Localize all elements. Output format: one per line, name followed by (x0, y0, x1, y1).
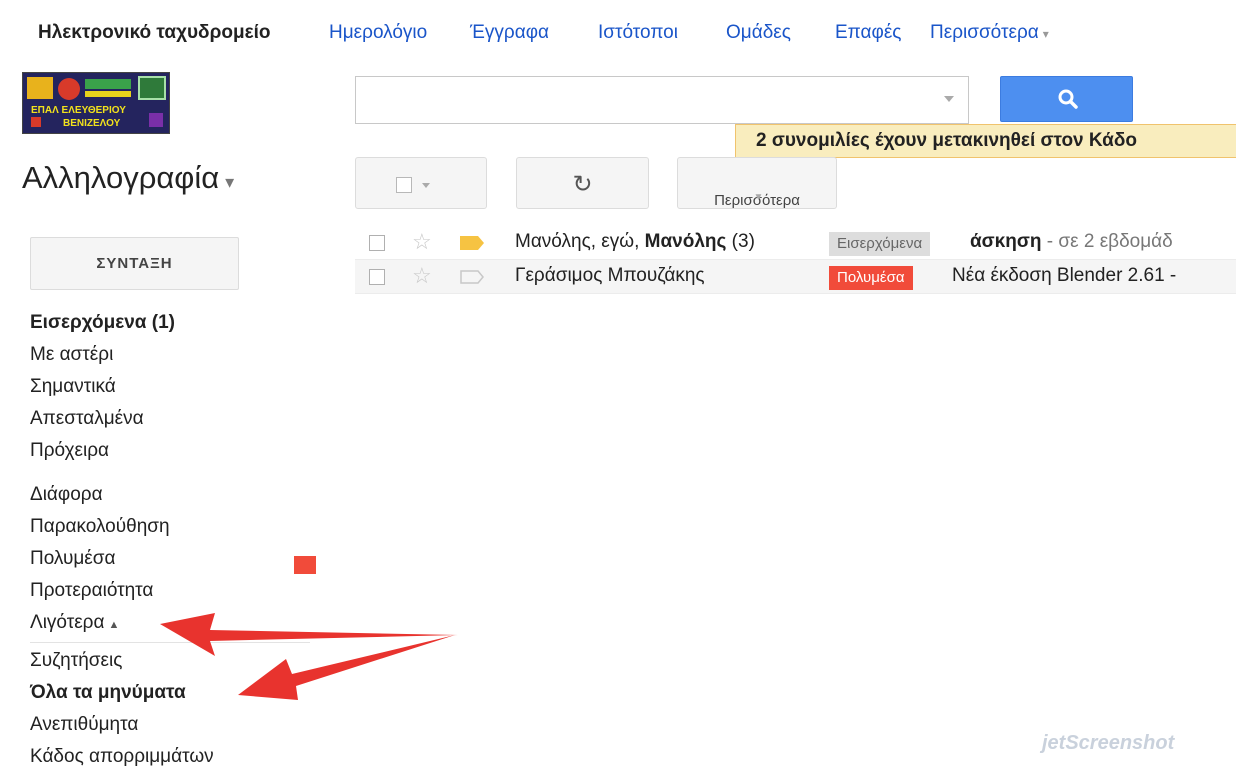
nav-contacts[interactable]: Επαφές (835, 22, 901, 44)
sidebar-item-misc[interactable]: Διάφορα (30, 484, 103, 506)
checkbox-icon (396, 177, 412, 193)
sender-names: Μανόλης, εγώ, (515, 231, 645, 252)
sidebar-less-label: Λιγότερα (30, 612, 105, 633)
table-row[interactable]: ☆ Μανόλης, εγώ, Μανόλης (3) Εισερχόμενα … (355, 226, 1236, 260)
arrow-annotation (160, 613, 458, 656)
watermark: jetScreenshot (1042, 732, 1175, 754)
sidebar-item-less[interactable]: Λιγότερα ▲ (30, 612, 119, 634)
chevron-down-icon (422, 183, 430, 188)
chevron-down-icon: ▼ (753, 192, 764, 203)
subject-text: άσκηση (970, 231, 1042, 252)
sidebar-item-spam[interactable]: Ανεπιθύμητα (30, 714, 138, 736)
nav-groups[interactable]: Ομάδες (726, 22, 791, 44)
sidebar-item-sent[interactable]: Απεσταλμένα (30, 408, 144, 430)
table-row[interactable]: ☆ Γεράσιμος Μπουζάκης Πολυμέσα Νέα έκδοσ… (355, 260, 1236, 294)
message-snippet: - σε 2 εβδομάδ (1041, 231, 1173, 252)
sidebar-divider (30, 642, 310, 643)
star-icon[interactable]: ☆ (412, 263, 432, 289)
star-icon[interactable]: ☆ (412, 229, 432, 255)
select-all-button[interactable] (355, 157, 487, 209)
chevron-up-icon: ▲ (108, 619, 120, 631)
nav-calendar[interactable]: Ημερολόγιο (329, 22, 427, 44)
nav-mail[interactable]: Ηλεκτρονικό ταχυδρομείο (38, 22, 270, 44)
sidebar-item-important[interactable]: Σημαντικά (30, 376, 116, 398)
sidebar-item-inbox[interactable]: Εισερχόμενα (1) (30, 312, 175, 334)
arrow-annotation (238, 635, 455, 700)
school-logo[interactable]: ΕΠΑΛ ΕΛΕΥΘΕΡΙΟΥ ΒΕΝΙΖΕΛΟΥ (22, 72, 170, 134)
nav-more-label: Περισσότερα (930, 22, 1039, 43)
search-icon (1058, 89, 1078, 109)
top-navigation: Ηλεκτρονικό ταχυδρομείο Ημερολόγιο Έγγρα… (0, 0, 1236, 62)
search-options-chevron-icon[interactable] (944, 96, 954, 102)
sender-unread-name: Μανόλης (644, 231, 727, 252)
message-sender: Γεράσιμος Μπουζάκης (515, 265, 705, 286)
more-actions-button[interactable]: Περισσότερα ▼ (677, 157, 837, 209)
sidebar-item-followup[interactable]: Παρακολούθηση (30, 516, 170, 538)
label-color-swatch[interactable] (294, 556, 316, 574)
notification-banner: 2 συνομιλίες έχουν μετακινηθεί στον Κάδο (735, 124, 1236, 158)
search-input[interactable] (355, 76, 969, 124)
message-label[interactable]: Εισερχόμενα (829, 232, 931, 256)
sidebar-item-starred[interactable]: Με αστέρι (30, 344, 113, 366)
logo-image: ΕΠΑΛ ΕΛΕΥΘΕΡΙΟΥ ΒΕΝΙΖΕΛΟΥ (23, 73, 169, 133)
sidebar-item-trash[interactable]: Κάδος απορριμμάτων (30, 746, 214, 768)
message-subject: Νέα έκδοση Blender 2.61 - (952, 265, 1177, 286)
thread-count: (3) (726, 231, 755, 252)
sidebar-item-chats[interactable]: Συζητήσεις (30, 650, 122, 672)
svg-text:ΒΕΝΙΖΕΛΟΥ: ΒΕΝΙΖΕΛΟΥ (63, 118, 121, 129)
chevron-down-icon: ▾ (225, 172, 235, 192)
nav-sites[interactable]: Ιστότοποι (598, 22, 678, 44)
sidebar-item-all-mail[interactable]: Όλα τα μηνύματα (30, 682, 186, 704)
sidebar-item-priority[interactable]: Προτεραιότητα (30, 580, 153, 602)
chevron-down-icon: ▾ (1042, 27, 1049, 41)
logo-text: ΕΠΑΛ ΕΛΕΥΘΕΡΙΟΥ (31, 105, 126, 116)
sidebar-item-multimedia[interactable]: Πολυμέσα (30, 548, 116, 570)
row-checkbox[interactable] (369, 269, 385, 285)
message-label[interactable]: Πολυμέσα (829, 266, 913, 290)
mail-title: Αλληλογραφία (22, 160, 220, 195)
search-button[interactable] (1000, 76, 1133, 122)
mail-dropdown[interactable]: Αλληλογραφία ▾ (22, 160, 234, 196)
refresh-button[interactable]: ↻ (516, 157, 649, 209)
row-checkbox[interactable] (369, 235, 385, 251)
nav-more[interactable]: Περισσότερα ▾ (930, 22, 1049, 44)
message-subject: άσκηση - σε 2 εβδομάδ (970, 231, 1173, 253)
nav-documents[interactable]: Έγγραφα (470, 22, 549, 44)
refresh-icon: ↻ (572, 171, 593, 198)
sidebar-item-drafts[interactable]: Πρόχειρα (30, 440, 109, 462)
compose-button[interactable]: ΣΥΝΤΑΞΗ (30, 237, 239, 290)
message-sender: Μανόλης, εγώ, Μανόλης (3) (515, 231, 755, 253)
